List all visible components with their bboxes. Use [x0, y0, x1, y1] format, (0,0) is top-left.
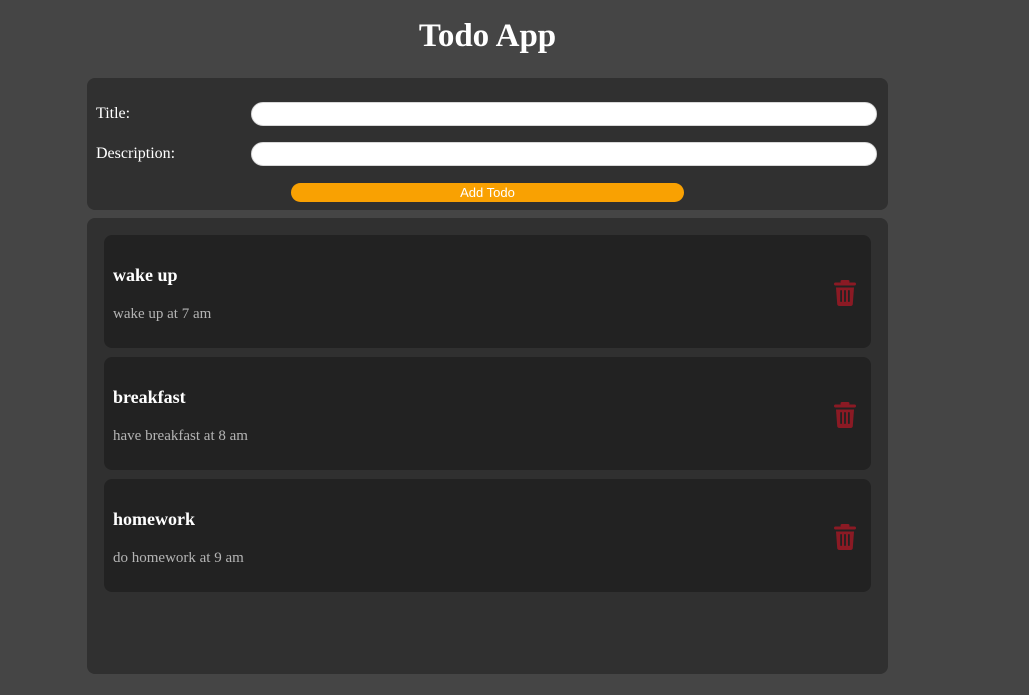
- todo-list: wake up wake up at 7 am breakfast have b…: [87, 218, 888, 674]
- delete-todo-button[interactable]: [832, 523, 858, 551]
- add-todo-form: Title: Description: Add Todo: [87, 78, 888, 210]
- description-row: Description:: [96, 142, 880, 168]
- todo-description: have breakfast at 8 am: [113, 428, 248, 444]
- todo-app-page: Todo App Title: Description: Add Todo wa…: [0, 0, 1029, 695]
- title-input[interactable]: [251, 102, 877, 126]
- description-input[interactable]: [251, 142, 877, 166]
- todo-item: breakfast have breakfast at 8 am: [104, 357, 871, 470]
- todo-title: breakfast: [113, 387, 186, 407]
- todo-item: wake up wake up at 7 am: [104, 235, 871, 348]
- todo-title: wake up: [113, 265, 178, 285]
- delete-todo-button[interactable]: [832, 279, 858, 307]
- trash-icon: [834, 280, 856, 306]
- trash-icon: [834, 402, 856, 428]
- page-title: Todo App: [418, 18, 557, 54]
- description-label: Description:: [96, 145, 176, 162]
- title-row: Title:: [96, 102, 880, 128]
- todo-item: homework do homework at 9 am: [104, 479, 871, 592]
- add-todo-button[interactable]: Add Todo: [291, 183, 684, 202]
- title-label: Title:: [96, 105, 131, 122]
- trash-icon: [834, 524, 856, 550]
- todo-description: do homework at 9 am: [113, 550, 244, 566]
- delete-todo-button[interactable]: [832, 401, 858, 429]
- todo-description: wake up at 7 am: [113, 306, 212, 322]
- todo-title: homework: [113, 509, 195, 529]
